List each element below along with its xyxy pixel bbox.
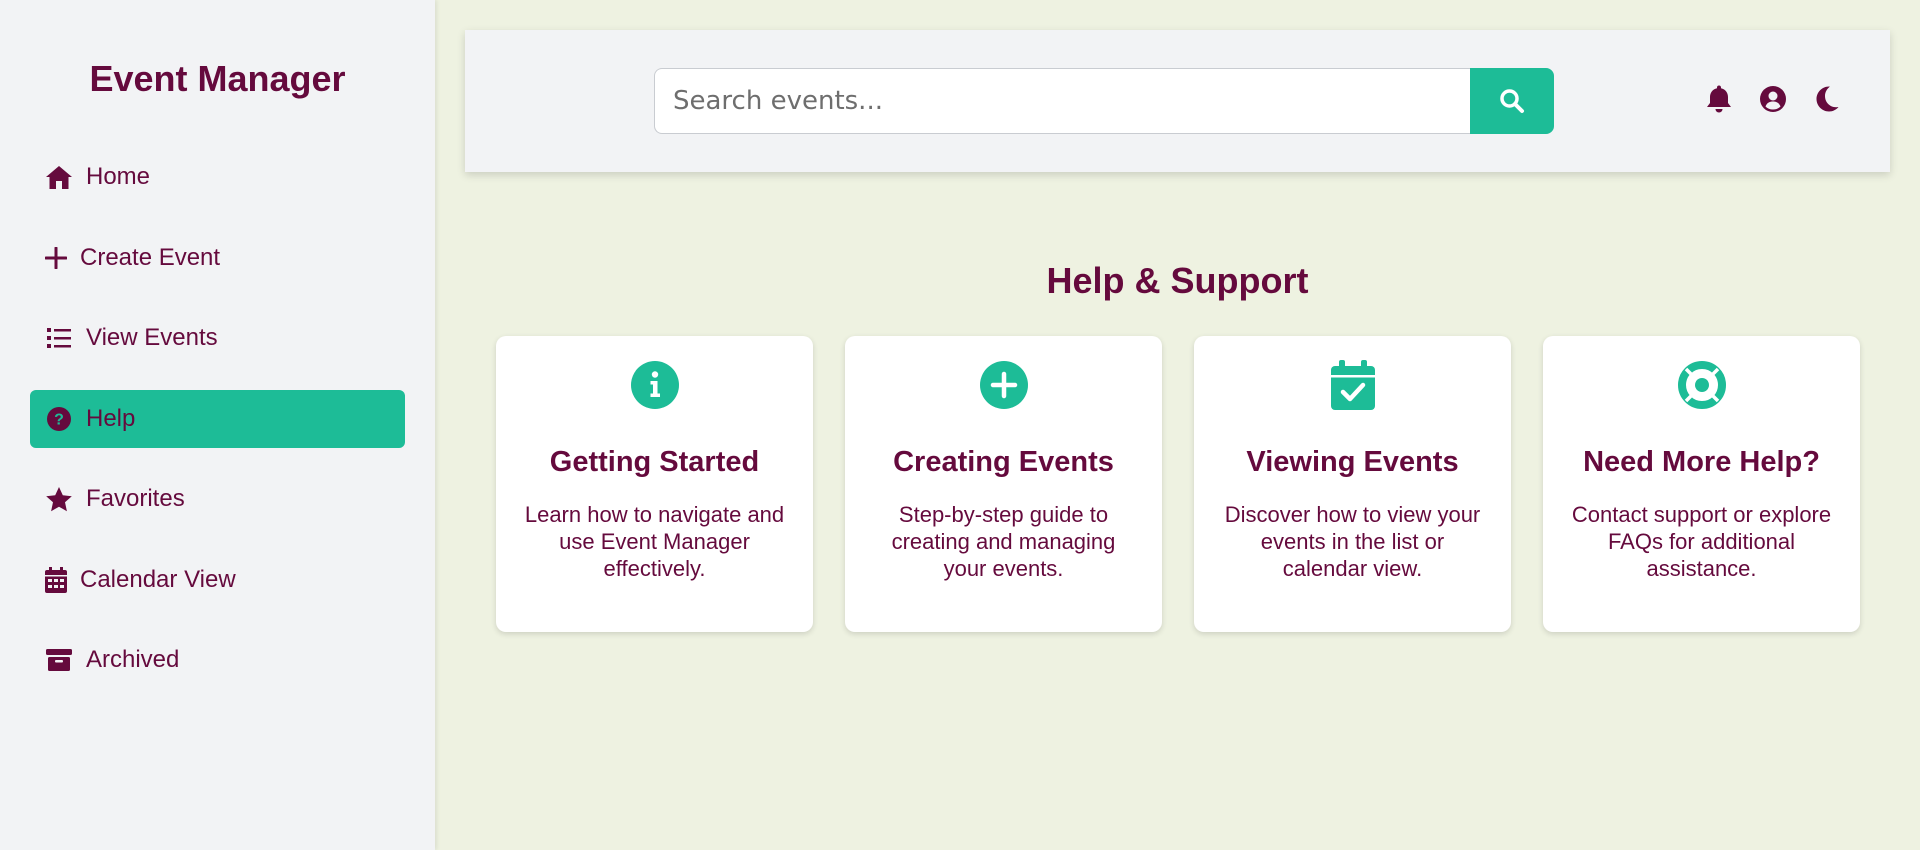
sidebar-item-label: Help [86, 404, 136, 432]
sidebar-item-label: Calendar View [80, 565, 236, 593]
search-icon [1499, 88, 1525, 114]
card-title: Need More Help? [1583, 446, 1820, 478]
sidebar: Event Manager Home Create Event View Eve… [0, 0, 435, 850]
help-card-viewing-events[interactable]: Viewing Events Discover how to view your… [1194, 336, 1511, 632]
app-title: Event Manager [89, 58, 346, 99]
sidebar-item-create-event[interactable]: Create Event [30, 229, 405, 287]
help-card-creating-events[interactable]: Creating Events Step-by-step guide to cr… [845, 336, 1162, 632]
card-title: Getting Started [549, 446, 760, 478]
top-bar [465, 30, 1890, 172]
sidebar-item-archived[interactable]: Archived [30, 631, 405, 689]
sidebar-item-help[interactable]: ? Help [30, 389, 405, 448]
card-title: Creating Events [893, 446, 1114, 478]
question-circle-icon: ? [44, 404, 74, 434]
header-actions [1704, 82, 1842, 116]
plus-circle-icon [845, 358, 1162, 412]
sidebar-item-label: Archived [86, 646, 180, 673]
svg-text:?: ? [54, 411, 64, 428]
card-description: Contact support or explore FAQs for addi… [1571, 502, 1832, 581]
card-description: Step-by-step guide to creating and manag… [891, 502, 1116, 581]
search-bar [654, 68, 1554, 134]
sidebar-item-label: View Events [86, 324, 218, 351]
search-input[interactable] [654, 68, 1470, 134]
search-button[interactable] [1470, 68, 1554, 134]
list-icon [44, 323, 74, 353]
page-title: Help & Support [1046, 260, 1309, 301]
card-description: Discover how to view your events in the … [1224, 502, 1481, 581]
help-card-need-more-help[interactable]: Need More Help? Contact support or explo… [1543, 336, 1860, 632]
user-circle-icon[interactable] [1758, 82, 1788, 116]
archive-icon [44, 645, 74, 675]
sidebar-item-view-events[interactable]: View Events [30, 309, 405, 367]
info-circle-icon [496, 358, 813, 412]
card-title: Viewing Events [1246, 446, 1459, 478]
help-card-getting-started[interactable]: Getting Started Learn how to navigate an… [496, 336, 813, 632]
help-cards: Getting Started Learn how to navigate an… [496, 336, 1860, 632]
sidebar-item-label: Favorites [86, 485, 185, 512]
life-ring-icon [1543, 358, 1860, 412]
moon-icon[interactable] [1812, 82, 1842, 116]
star-icon [44, 484, 74, 514]
card-description: Learn how to navigate and use Event Mana… [524, 502, 785, 581]
plus-icon [44, 243, 68, 273]
sidebar-item-home[interactable]: Home [30, 148, 405, 206]
sidebar-item-label: Home [86, 163, 151, 190]
calendar-icon [44, 565, 68, 595]
home-icon [44, 162, 74, 192]
sidebar-item-calendar-view[interactable]: Calendar View [30, 551, 405, 609]
sidebar-nav: Home Create Event View Events ? Help Fav… [30, 148, 405, 712]
calendar-check-icon [1194, 358, 1511, 412]
sidebar-item-favorites[interactable]: Favorites [30, 470, 405, 528]
sidebar-item-label: Create Event [80, 243, 221, 271]
bell-icon[interactable] [1704, 82, 1734, 116]
